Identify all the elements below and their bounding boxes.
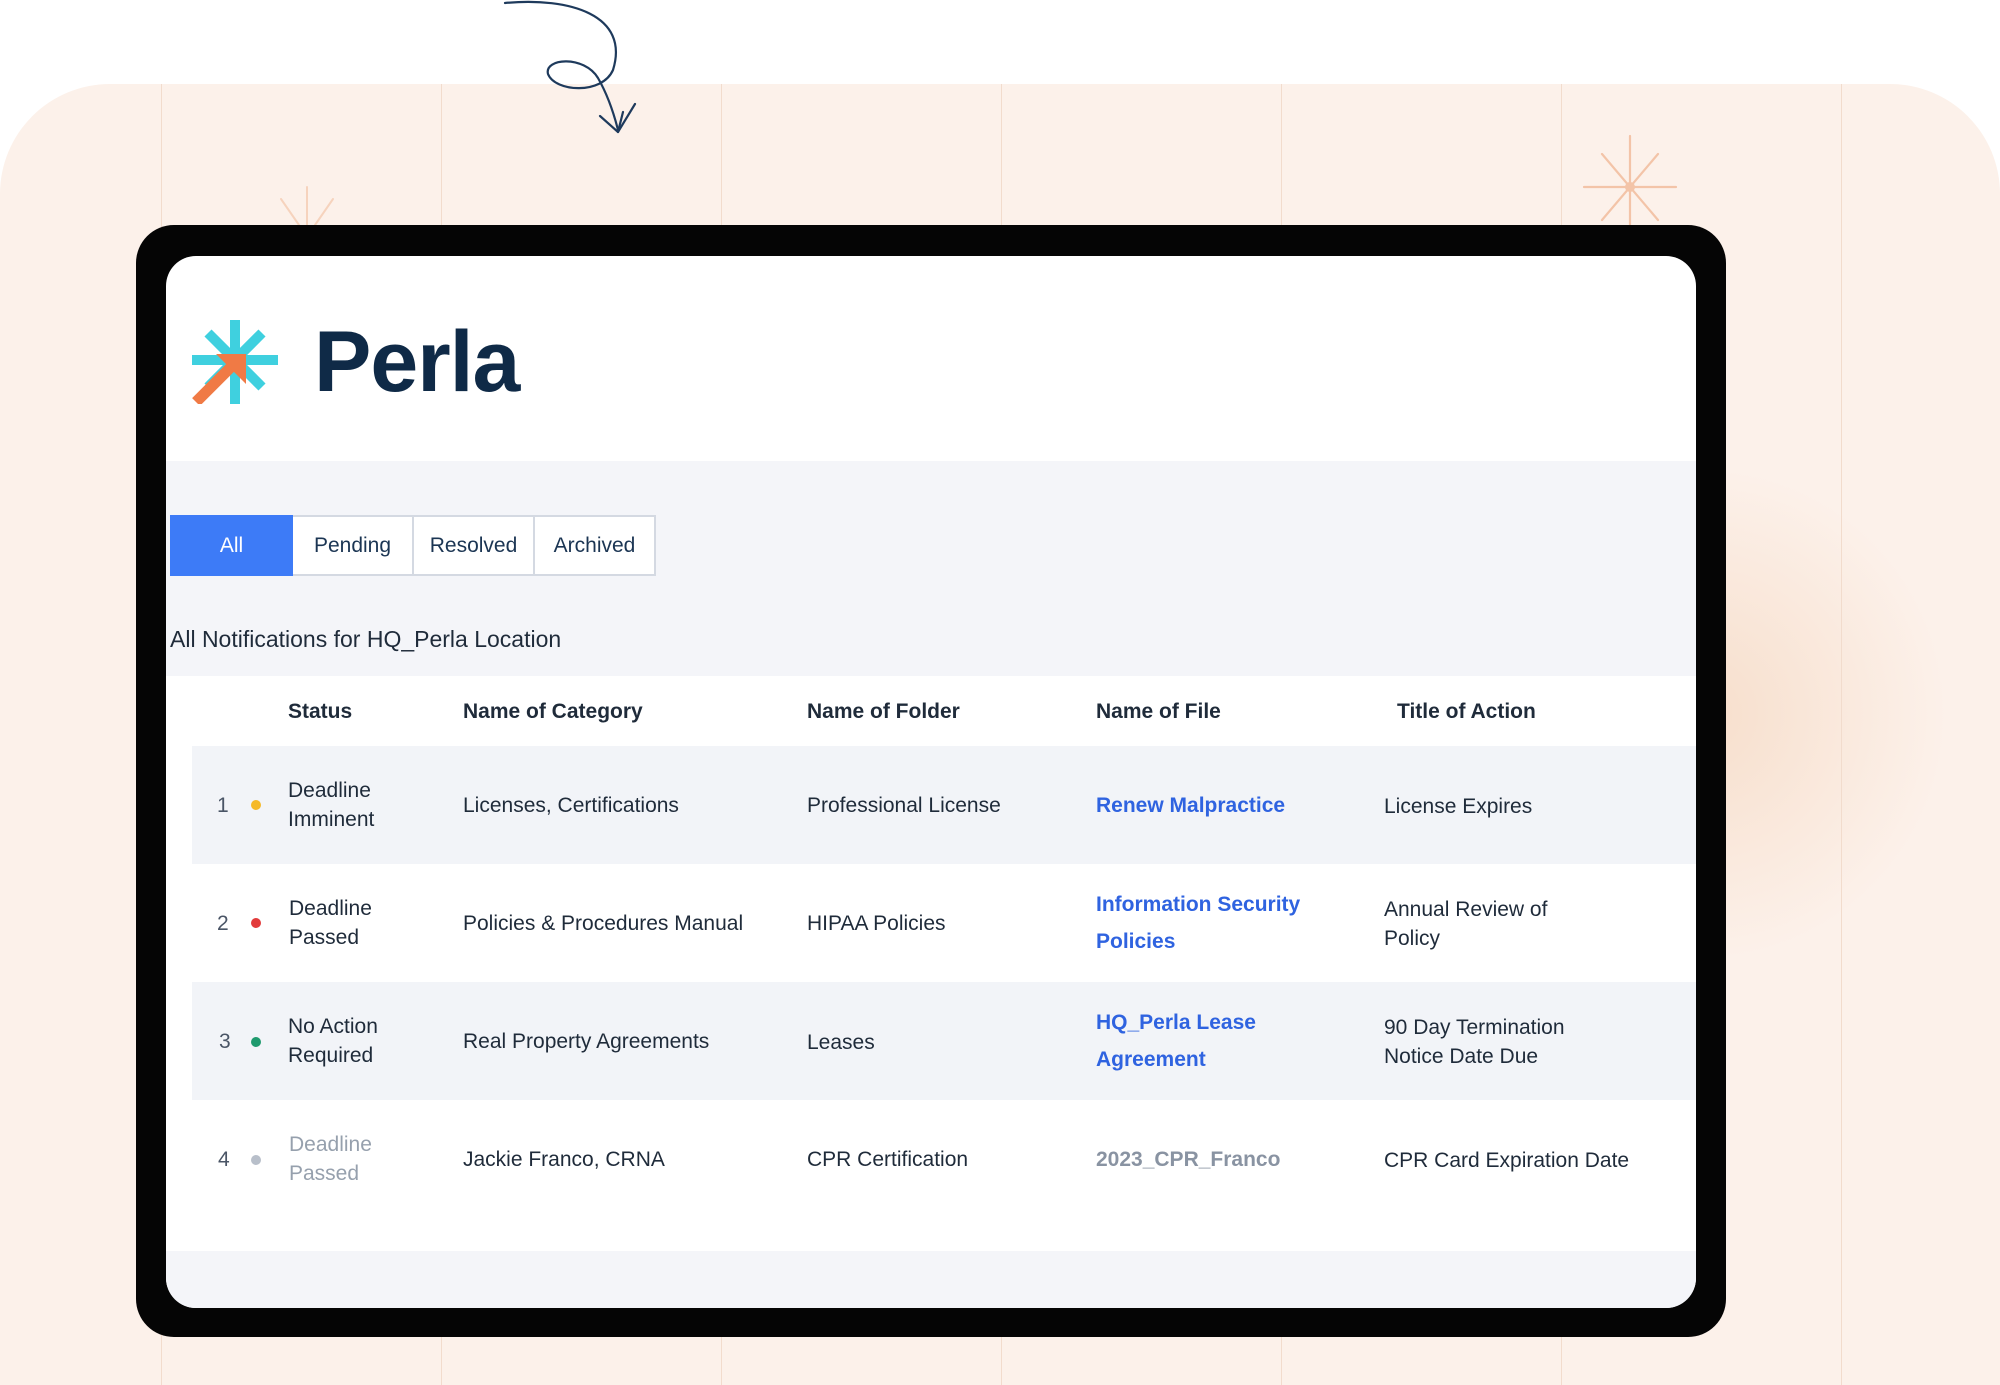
curly-arrow-icon <box>503 0 637 134</box>
brand-title: Perla <box>314 314 520 410</box>
status-dot-icon <box>251 918 261 928</box>
status-text: Deadline Passed <box>289 1133 372 1185</box>
row-number: 4 <box>218 1148 230 1171</box>
filter-tabs: All Pending Resolved Archived <box>170 515 656 576</box>
status-text: Deadline Imminent <box>288 779 375 831</box>
row-number: 3 <box>219 1030 231 1053</box>
row-number: 1 <box>217 794 229 817</box>
file-link[interactable]: HQ_Perla Lease Agreement <box>1096 1004 1256 1078</box>
tab-pending[interactable]: Pending <box>291 515 414 576</box>
folder-name: Professional License <box>807 794 1001 817</box>
tab-archived[interactable]: Archived <box>533 515 656 576</box>
perla-logo-icon <box>192 320 278 404</box>
action-title: CPR Card Expiration Date <box>1384 1149 1630 1172</box>
tab-all[interactable]: All <box>170 515 293 576</box>
file-link[interactable]: Renew Malpractice <box>1096 787 1285 824</box>
status-text: No Action Required <box>288 1015 378 1067</box>
folder-name: Leases <box>807 1031 875 1054</box>
column-header-category[interactable]: Name of Category <box>463 700 643 724</box>
notifications-panel: All Pending Resolved Archived All Notifi… <box>166 461 1696 1308</box>
table-row[interactable]: 4 Deadline Passed Jackie Franco, CRNA CP… <box>192 1100 1696 1218</box>
file-link[interactable]: 2023_CPR_Franco <box>1096 1145 1280 1174</box>
column-header-action[interactable]: Title of Action <box>1397 700 1536 724</box>
action-title: License Expires <box>1384 795 1533 818</box>
category-name: Policies & Procedures Manual <box>463 912 744 935</box>
action-title: Annual Review of Policy <box>1384 898 1548 950</box>
status-text: Deadline Passed <box>289 897 372 949</box>
table-header: Status Name of Category Name of Folder N… <box>166 676 1696 746</box>
action-title: 90 Day Termination Notice Date Due <box>1384 1016 1565 1068</box>
column-header-folder[interactable]: Name of Folder <box>807 700 960 724</box>
app-screen: Perla All Pending Resolved Archived All … <box>166 256 1696 1308</box>
table-row[interactable]: 2 Deadline Passed Policies & Procedures … <box>192 864 1696 982</box>
row-number: 2 <box>217 912 229 935</box>
table-row[interactable]: 1 Deadline Imminent Licenses, Certificat… <box>192 746 1696 864</box>
column-header-file[interactable]: Name of File <box>1096 700 1221 724</box>
status-dot-icon <box>251 1037 261 1047</box>
category-name: Licenses, Certifications <box>463 794 679 817</box>
column-header-status[interactable]: Status <box>288 700 352 724</box>
section-title: All Notifications for HQ_Perla Location <box>170 626 562 652</box>
folder-name: CPR Certification <box>807 1148 969 1171</box>
category-name: Real Property Agreements <box>463 1030 710 1053</box>
table-row[interactable]: 3 No Action Required Real Property Agree… <box>192 982 1696 1100</box>
folder-name: HIPAA Policies <box>807 912 946 935</box>
grid-line <box>1841 84 1842 1385</box>
notifications-table: Status Name of Category Name of Folder N… <box>166 676 1696 1251</box>
brand-header: Perla <box>192 314 520 410</box>
tab-resolved[interactable]: Resolved <box>412 515 535 576</box>
category-name: Jackie Franco, CRNA <box>463 1148 665 1171</box>
status-dot-icon <box>251 800 261 810</box>
status-dot-icon <box>251 1155 261 1165</box>
file-link[interactable]: Information Security Policies <box>1096 886 1300 960</box>
